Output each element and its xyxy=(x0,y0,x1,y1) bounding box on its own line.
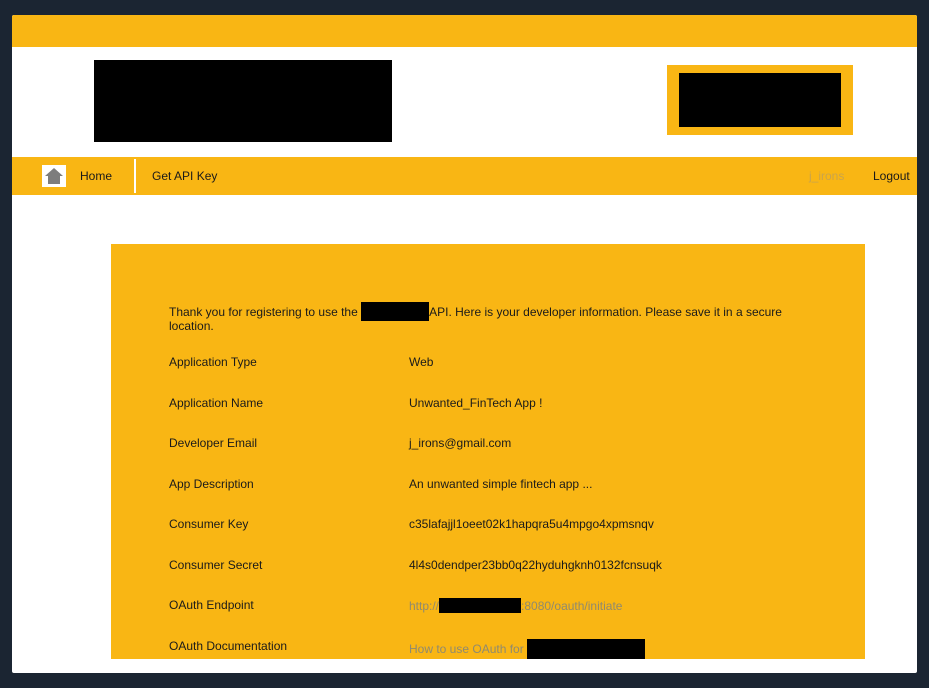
oauth-endpoint-label: OAuth Endpoint xyxy=(169,598,254,612)
nav-username-link[interactable]: j_irons xyxy=(809,169,844,183)
redacted-badge xyxy=(667,65,853,135)
application-name-value: Unwanted_FinTech App ! xyxy=(409,396,543,410)
redacted-badge-inner xyxy=(679,73,841,127)
nav-divider xyxy=(134,159,136,193)
oauth-documentation-label: OAuth Documentation xyxy=(169,639,288,653)
app-description-value: An unwanted simple fintech app ... xyxy=(409,477,593,491)
nav-home-link[interactable]: Home xyxy=(80,169,112,183)
consumer-secret-label: Consumer Secret xyxy=(169,558,263,572)
developer-info-panel: Thank you for registering to use the API… xyxy=(111,244,865,659)
nav-logout-link[interactable]: Logout xyxy=(873,169,910,183)
application-name-label: Application Name xyxy=(169,396,264,410)
navigation-bar: Home Get API Key j_irons Logout xyxy=(12,157,917,195)
oauth-doc-link-text: How to use OAuth for xyxy=(409,642,524,656)
redacted-host xyxy=(439,598,522,613)
home-icon[interactable] xyxy=(42,165,66,187)
browser-page: Home Get API Key j_irons Logout Thank yo… xyxy=(12,15,917,673)
oauth-documentation-link[interactable]: How to use OAuth for xyxy=(409,639,646,659)
oauth-endpoint-suffix: :8080/oauth/initiate xyxy=(521,599,623,613)
oauth-endpoint-prefix: http:// xyxy=(409,599,440,613)
consumer-key-label: Consumer Key xyxy=(169,517,249,531)
consumer-secret-value: 4l4s0dendper23bb0q22hyduhgknh0132fcnsuqk xyxy=(409,558,662,572)
redacted-api-name xyxy=(361,302,430,321)
intro-message: Thank you for registering to use the API… xyxy=(169,302,809,332)
redacted-doc-name xyxy=(527,639,646,659)
intro-text-before: Thank you for registering to use the xyxy=(169,305,358,319)
application-type-value: Web xyxy=(409,355,434,369)
app-description-label: App Description xyxy=(169,477,254,491)
developer-email-label: Developer Email xyxy=(169,436,258,450)
nav-get-api-key-link[interactable]: Get API Key xyxy=(152,169,217,183)
oauth-endpoint-link[interactable]: http:// :8080/oauth/initiate xyxy=(409,598,622,613)
developer-email-value: j_irons@gmail.com xyxy=(409,436,512,450)
consumer-key-value: c35lafajjl1oeet02k1hapqra5u4mpgo4xpmsnqv xyxy=(409,517,654,531)
redacted-logo xyxy=(94,60,392,142)
top-banner-strip xyxy=(12,15,917,47)
application-type-label: Application Type xyxy=(169,355,257,369)
